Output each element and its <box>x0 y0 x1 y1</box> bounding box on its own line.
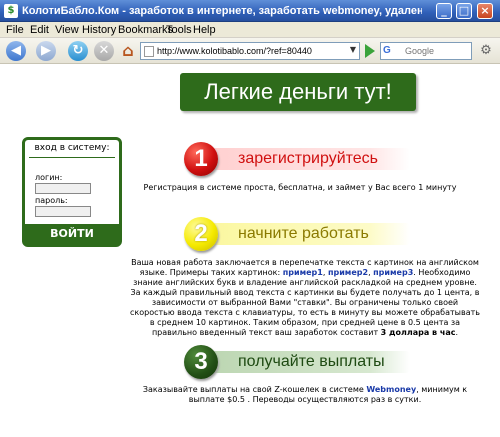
step-3-title: получайте выплаты <box>210 351 410 373</box>
menu-help[interactable]: Help <box>193 23 216 37</box>
window-title: КолотиБабло.Ком - заработок в интернете,… <box>22 5 422 17</box>
menu-history[interactable]: History <box>82 23 116 37</box>
menu-view[interactable]: View <box>55 23 79 37</box>
step-2-text: Ваша новая работа заключается в перепеча… <box>130 258 480 338</box>
search-input[interactable] <box>405 44 465 58</box>
go-icon[interactable] <box>365 44 375 58</box>
password-input[interactable] <box>35 206 91 217</box>
step-2-title: начните работать <box>210 223 410 245</box>
earnings-highlight: 3 доллара в час <box>380 328 456 337</box>
stop-icon[interactable]: ✕ <box>94 41 114 61</box>
step-1-badge: 1 <box>184 142 218 176</box>
menu-file[interactable]: File <box>6 23 24 37</box>
step-3-text: Заказывайте выплаты на свой Z-кошелек в … <box>135 385 475 405</box>
search-box[interactable]: G <box>380 42 472 60</box>
back-icon[interactable]: ◀ <box>6 41 26 61</box>
step-2-text-part: . <box>455 328 459 337</box>
maximize-button[interactable]: □ <box>456 3 472 19</box>
step-1-text: Регистрация в системе проста, бесплатна,… <box>143 183 457 192</box>
navigation-toolbar: ◀ ▶ ↻ ✕ ⌂ ▼ G ⚙ <box>0 38 500 64</box>
login-label: логин: <box>35 173 63 182</box>
home-icon[interactable]: ⌂ <box>118 41 138 61</box>
forward-icon[interactable]: ▶ <box>36 41 56 61</box>
menu-edit[interactable]: Edit <box>30 23 49 37</box>
step-3-text-part: Заказывайте выплаты на свой Z-кошелек в … <box>142 385 367 394</box>
step-1-title: зарегистрируйтесь <box>210 148 410 170</box>
login-box: вход в систему: логин: пароль: ВОЙТИ <box>22 137 122 247</box>
page-headline: Легкие деньги тут! <box>180 73 416 111</box>
reload-icon[interactable]: ↻ <box>68 41 88 61</box>
favicon-icon: $ <box>4 4 18 18</box>
window-titlebar: $ КолотиБабло.Ком - заработок в интернет… <box>0 0 500 22</box>
step-2-badge: 2 <box>184 217 218 251</box>
google-icon[interactable]: G <box>383 45 401 57</box>
login-divider <box>29 157 115 158</box>
url-dropdown-icon[interactable]: ▼ <box>350 45 356 54</box>
minimize-button[interactable]: _ <box>436 3 452 19</box>
login-input[interactable] <box>35 183 91 194</box>
step-3-badge: 3 <box>184 345 218 379</box>
gear-icon[interactable]: ⚙ <box>478 43 494 59</box>
page-content: Легкие деньги тут! вход в систему: логин… <box>0 65 500 437</box>
menu-bar: File Edit View History Bookmarks Tools H… <box>0 22 500 38</box>
menu-tools[interactable]: Tools <box>166 23 192 37</box>
menu-bookmarks[interactable]: Bookmarks <box>118 23 173 37</box>
example-1-link[interactable]: пример1 <box>283 268 323 277</box>
close-button[interactable]: × <box>477 3 493 19</box>
example-3-link[interactable]: пример3 <box>373 268 413 277</box>
example-2-link[interactable]: пример2 <box>328 268 368 277</box>
password-label: пароль: <box>35 196 68 205</box>
login-title: вход в систему: <box>34 143 110 153</box>
address-bar[interactable]: ▼ <box>140 42 360 60</box>
webmoney-link[interactable]: Webmoney <box>366 385 416 394</box>
page-icon <box>144 46 154 57</box>
step-2-text-part: . Необходимо знание английских букв и вл… <box>130 268 480 337</box>
url-input[interactable] <box>157 44 327 58</box>
login-button[interactable]: ВОЙТИ <box>25 224 119 244</box>
